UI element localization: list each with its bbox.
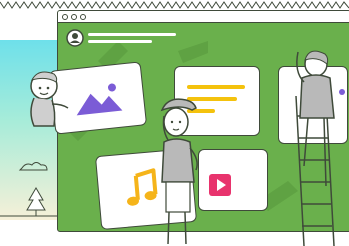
profile-name-line bbox=[88, 33, 176, 36]
peeking-character bbox=[30, 71, 69, 127]
profile-subtitle-line bbox=[88, 40, 152, 43]
profile-header bbox=[66, 29, 176, 47]
tree-icon bbox=[26, 187, 46, 216]
illustration bbox=[0, 0, 349, 246]
ladder-character bbox=[295, 50, 345, 246]
girl-character bbox=[160, 98, 198, 245]
play-icon bbox=[209, 174, 231, 196]
video-card[interactable] bbox=[198, 149, 268, 211]
